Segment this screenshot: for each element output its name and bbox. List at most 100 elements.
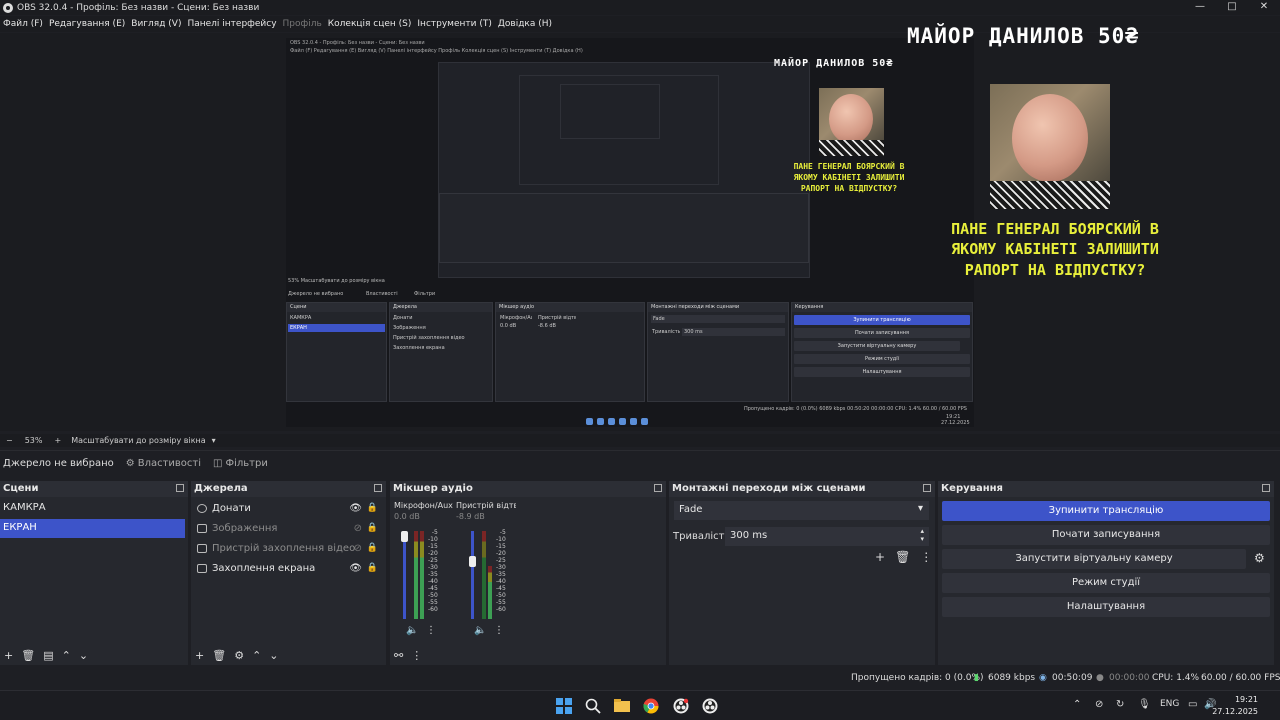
scene-item-camera[interactable]: КАМКРА: [0, 499, 185, 518]
preview-canvas[interactable]: OBS 32.0.4 - Профіль: Без назви - Сцени:…: [286, 38, 974, 427]
nested-menu: Файл (F) Редагування (E) Вигляд (V) Пане…: [290, 48, 583, 54]
undock-icon[interactable]: [176, 484, 184, 492]
obs-taskbar-icon[interactable]: [673, 698, 689, 714]
speaker-icon[interactable]: 🔈: [406, 625, 418, 636]
transition-menu-button[interactable]: ⋮: [920, 550, 932, 564]
menu-tools[interactable]: Інструменти (T): [414, 19, 494, 29]
audio-meter: [420, 531, 424, 619]
remove-scene-button[interactable]: 🗑: [21, 649, 35, 662]
undock-icon[interactable]: [923, 484, 931, 492]
filter-icon: ◫: [213, 458, 223, 469]
preview-area[interactable]: OBS 32.0.4 - Профіль: Без назви - Сцени:…: [0, 24, 1280, 431]
filters-button[interactable]: ◫ Фільтри: [213, 458, 268, 469]
move-down-button[interactable]: ⌄: [79, 649, 88, 662]
volume-fader[interactable]: [403, 531, 406, 619]
chrome-icon[interactable]: [643, 698, 659, 714]
chevron-down-icon: ▾: [917, 503, 923, 514]
microphone-icon[interactable]: 🎙: [1138, 699, 1151, 710]
system-clock[interactable]: 19:21 27.12.2025: [1212, 694, 1258, 718]
eye-hidden-icon[interactable]: ⊘: [354, 523, 362, 534]
sync-icon[interactable]: ↻: [1116, 699, 1124, 710]
lock-icon[interactable]: 🔒: [367, 563, 378, 573]
eye-icon[interactable]: 👁: [349, 503, 362, 514]
stop-streaming-button[interactable]: Зупинити трансляцію: [942, 501, 1270, 521]
close-button[interactable]: ✕: [1248, 0, 1280, 15]
properties-button[interactable]: ⚙ Властивості: [126, 458, 201, 469]
source-properties-button[interactable]: ⚙: [234, 649, 244, 662]
add-source-button[interactable]: +: [195, 649, 204, 662]
search-icon[interactable]: [585, 698, 601, 714]
file-explorer-icon[interactable]: [614, 698, 630, 714]
kebab-menu-icon[interactable]: ⋮: [494, 625, 504, 636]
remove-transition-button[interactable]: 🗑: [895, 550, 910, 564]
window-title: OBS 32.0.4 - Профіль: Без назви - Сцени:…: [17, 2, 260, 13]
chevron-down-icon[interactable]: ▾: [212, 436, 216, 445]
obs-second-icon[interactable]: [702, 698, 718, 714]
menu-scene-collection[interactable]: Колекція сцен (S): [325, 19, 415, 29]
kebab-menu-icon[interactable]: ⋮: [426, 625, 436, 636]
record-time: 00:00:00: [1109, 673, 1150, 683]
remove-source-button[interactable]: 🗑: [212, 649, 226, 662]
lock-icon[interactable]: 🔒: [367, 543, 378, 553]
move-up-button[interactable]: ⌃: [62, 649, 71, 662]
signal-icon: ▮: [974, 673, 979, 683]
advanced-audio-button[interactable]: ⚯: [394, 649, 403, 662]
spin-arrows-icon[interactable]: ▴ ▾: [920, 527, 924, 543]
maximize-button[interactable]: □: [1216, 0, 1248, 15]
undock-icon[interactable]: [374, 484, 382, 492]
menu-help[interactable]: Довідка (H): [495, 19, 555, 29]
windows-start-icon[interactable]: [556, 698, 572, 714]
speaker-icon[interactable]: 🔈: [474, 625, 486, 636]
tray-chevron-up-icon[interactable]: ⌃: [1073, 699, 1081, 710]
network-off-icon[interactable]: ⊘: [1095, 699, 1103, 710]
stream-icon: ◉: [1039, 673, 1047, 683]
scale-mode-label[interactable]: Масштабувати до розміру вікна: [71, 436, 205, 445]
record-icon: ●: [1096, 673, 1104, 683]
overlay-title: МАЙОР ДАНИЛОВ 50₴: [907, 24, 1139, 48]
settings-button[interactable]: Налаштування: [942, 597, 1270, 617]
eye-icon[interactable]: 👁: [349, 563, 362, 574]
fader-knob[interactable]: [401, 531, 408, 542]
undock-icon[interactable]: [654, 484, 662, 492]
move-up-button[interactable]: ⌃: [252, 649, 261, 662]
minimize-button[interactable]: —: [1184, 0, 1216, 15]
start-virtual-camera-button[interactable]: Запустити віртуальну камеру: [942, 549, 1246, 569]
menu-file[interactable]: Файл (F): [0, 19, 46, 29]
source-item-video-capture[interactable]: Пристрій захоплення відео ⊘ 🔒: [197, 539, 380, 557]
lock-icon[interactable]: 🔒: [367, 523, 378, 533]
scene-item-screen[interactable]: ЕКРАН: [0, 519, 185, 538]
meter-scale: -5 -10 -15 -20 -25 -30 -35 -40 -45 -50 -55 -60: [496, 529, 506, 613]
transition-select[interactable]: Fade ▾: [674, 501, 929, 520]
move-down-button[interactable]: ⌄: [269, 649, 278, 662]
nested-overlay-question: ПАНЕ ГЕНЕРАЛ БОЯРСКИЙ В ЯКОМУ КАБІНЕТІ З…: [793, 162, 905, 193]
source-item-image[interactable]: Зображення ⊘ 🔒: [197, 519, 380, 537]
menu-edit[interactable]: Редагування (E): [46, 19, 128, 29]
menu-docks[interactable]: Панелі інтерфейсу: [184, 19, 279, 29]
meter-scale: -5 -10 -15 -20 -25 -30 -35 -40 -45 -50 -55 -60: [428, 529, 438, 613]
undock-icon[interactable]: [1262, 484, 1270, 492]
add-transition-button[interactable]: +: [875, 550, 885, 564]
mixer-menu-button[interactable]: ⋮: [411, 649, 422, 662]
add-scene-button[interactable]: +: [4, 649, 13, 662]
zoom-out-button[interactable]: −: [6, 436, 13, 445]
scenes-header: Сцени: [0, 481, 188, 497]
eye-hidden-icon[interactable]: ⊘: [354, 543, 362, 554]
duration-spinbox[interactable]: 300 ms ▴ ▾: [725, 527, 929, 546]
studio-mode-button[interactable]: Режим студії: [942, 573, 1270, 593]
nested-webcam-face: [819, 88, 884, 156]
display-icon[interactable]: ▭: [1188, 699, 1197, 710]
gear-icon[interactable]: ⚙: [1254, 551, 1265, 565]
sources-footer: + 🗑 ⚙ ⌃ ⌄: [195, 649, 279, 662]
nested-clock-date: 27.12.2025: [941, 420, 970, 426]
source-item-screen-capture[interactable]: Захоплення екрана 👁 🔒: [197, 559, 380, 577]
menu-view[interactable]: Вигляд (V): [128, 19, 184, 29]
stream-time: 00:50:09: [1052, 673, 1093, 683]
source-item-donations[interactable]: Донати 👁 🔒: [197, 499, 380, 517]
language-indicator[interactable]: ENG: [1160, 699, 1179, 709]
fader-knob[interactable]: [469, 556, 476, 567]
lock-icon[interactable]: 🔒: [367, 503, 378, 513]
scene-filters-button[interactable]: ▤: [43, 649, 53, 662]
volume-fader[interactable]: [471, 531, 474, 619]
start-recording-button[interactable]: Почати записування: [942, 525, 1270, 545]
zoom-in-button[interactable]: +: [54, 436, 61, 445]
